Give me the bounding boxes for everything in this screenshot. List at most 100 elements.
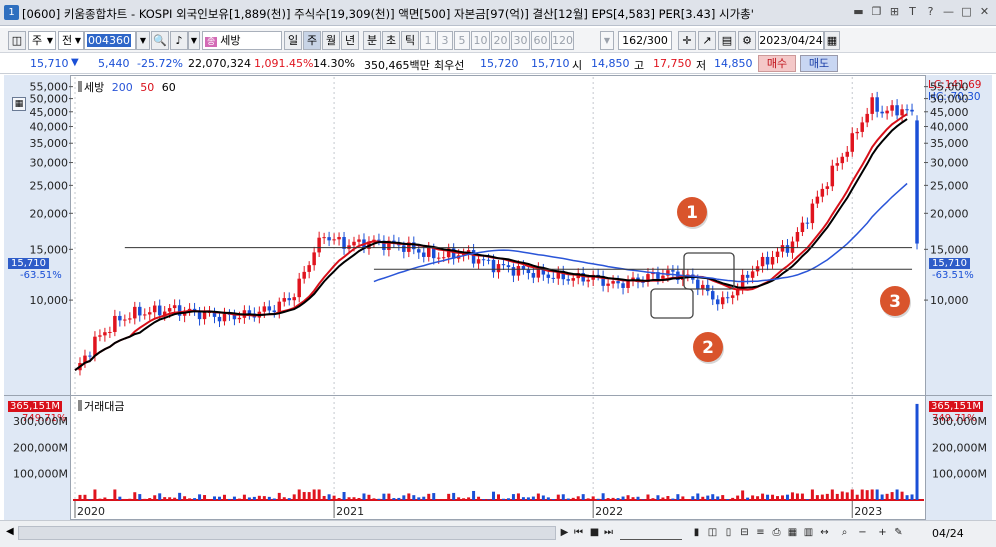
chart-legend: 세방 200 50 60 [78, 79, 176, 95]
volume-bar [651, 498, 655, 500]
volume-bar [173, 497, 177, 500]
candle-body [810, 203, 815, 224]
jump-end-icon[interactable]: ⏭ [602, 525, 615, 541]
volume-bar [805, 499, 809, 500]
list-icon[interactable]: ≡ [754, 525, 767, 541]
volume-bar [596, 498, 600, 500]
volume-bar [790, 492, 794, 500]
price-tick-right: 15,000 [930, 243, 969, 256]
candle-body [357, 239, 361, 242]
volume-axis-ticks: 300,000M 300,000M 200,000M 200,000M 100,000M… [13, 415, 987, 481]
horizontal-scrollbar[interactable] [18, 526, 556, 540]
volume-bar [551, 499, 555, 500]
candle-body [123, 319, 127, 321]
candle-body [805, 222, 810, 224]
volume-panel-title: 거래대금 [84, 400, 125, 413]
candle-body [108, 331, 112, 333]
candle-body [98, 335, 102, 337]
candle-body [422, 252, 426, 257]
grid-icon[interactable]: ▦ [786, 525, 799, 541]
x-axis-labels: 2020 2021 2022 2023 [74, 501, 882, 518]
volume-bar [337, 498, 341, 500]
volume-bar [217, 496, 221, 500]
volume-bar [158, 493, 162, 500]
volume-bar [825, 493, 829, 500]
chart-type-icon[interactable]: ▮ [690, 525, 703, 541]
scroll-right-icon[interactable]: ▶ [558, 525, 571, 541]
annotation-number: 1 [686, 203, 698, 223]
volume-bar [392, 498, 396, 500]
candle-body [835, 163, 840, 166]
price-tick-right: 10,000 [930, 294, 969, 307]
volume-bar [531, 496, 535, 500]
candle-body [725, 297, 730, 299]
candle-body [322, 237, 326, 239]
volume-bar [601, 493, 605, 500]
candle-body [800, 222, 805, 233]
volume-bar [492, 491, 496, 500]
volume-bar [860, 489, 864, 500]
zoom-in-icon[interactable]: + [876, 525, 889, 541]
candle-body [616, 281, 620, 284]
volume-bar [282, 497, 286, 500]
volume-bar [885, 493, 889, 500]
bars-icon[interactable]: ▥ [802, 525, 815, 541]
arrow-icon[interactable]: ↔ [818, 525, 831, 541]
volume-bar [232, 496, 236, 500]
print-icon[interactable]: ⎙ [770, 525, 783, 541]
scroll-left-icon[interactable]: ◀ [6, 526, 14, 537]
candle-body [790, 241, 795, 253]
fit-icon[interactable]: ⊟ [738, 525, 751, 541]
candle-body [870, 97, 874, 114]
candle-body [277, 301, 282, 313]
chart-type-2-icon[interactable]: ◫ [706, 525, 719, 541]
volume-bar [905, 495, 909, 500]
volume-bar [800, 493, 804, 500]
candle-body [332, 239, 336, 241]
volume-bar [447, 493, 451, 500]
tool-icon[interactable]: ✎ [892, 525, 905, 541]
volume-bar [741, 490, 745, 500]
candle-body [895, 105, 899, 116]
volume-bar [113, 489, 117, 500]
candle-body [496, 264, 501, 273]
candle-body [347, 245, 351, 249]
volume-bar [506, 498, 510, 500]
volume-bar [277, 492, 281, 500]
volume-bar [561, 494, 565, 500]
volume-bar [711, 494, 715, 500]
candle-body [531, 273, 536, 278]
bottom-scroll-bar: ◀ ▶ ⏮ ■ ⏭ ▮ ◫ ▯ ⊟ ≡ ⎙ ▦ ▥ ↔ ⌕ − + ✎ 04/2… [0, 520, 996, 547]
volume-bar [591, 496, 595, 500]
price-chart[interactable]: 55,000 55,00050,000 50,00045,000 45,00040,0… [0, 0, 996, 520]
candle-body [436, 257, 441, 259]
volume-bar [367, 494, 371, 500]
volume-bar [477, 496, 481, 500]
volume-bar [766, 494, 770, 500]
candle-body [88, 355, 92, 357]
volume-bar [138, 494, 142, 500]
volume-bar [686, 499, 690, 500]
volume-bar [472, 490, 476, 500]
zoom-slider[interactable] [620, 526, 682, 540]
jump-start-icon[interactable]: ⏮ [572, 525, 585, 541]
candle-body [222, 313, 227, 322]
stop-icon[interactable]: ■ [588, 525, 601, 541]
candle-body [267, 306, 272, 311]
volume-bar [412, 495, 416, 500]
price-tick-left: 40,000 [30, 121, 69, 134]
volume-bar [203, 495, 207, 500]
chart-type-3-icon[interactable]: ▯ [722, 525, 735, 541]
zoom-out-icon[interactable]: − [856, 525, 869, 541]
volume-bar [820, 494, 824, 500]
candle-body [501, 264, 506, 266]
candle-body [138, 306, 142, 316]
volume-tick-right: 100,000M [932, 468, 987, 481]
volume-bar [497, 494, 500, 500]
volume-bar [751, 495, 755, 500]
volume-bar [696, 493, 700, 500]
legend-ma-200: 200 [111, 81, 133, 94]
candle-body [272, 310, 277, 313]
volume-tick-left: 100,000M [13, 468, 68, 481]
zoom-in-search-icon[interactable]: ⌕ [838, 525, 851, 541]
